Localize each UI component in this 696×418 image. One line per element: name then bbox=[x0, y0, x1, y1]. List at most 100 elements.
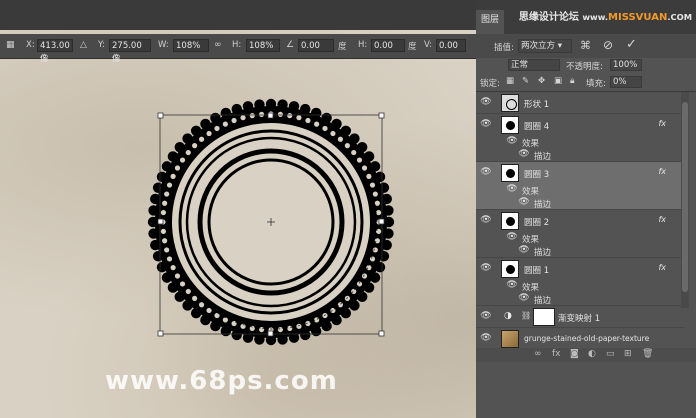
layer-name: 圆圈 3 bbox=[524, 170, 550, 180]
brand-mark: 思缘设计论坛 www.MISSVUAN.COM bbox=[519, 8, 692, 23]
brand-url-prefix: www. bbox=[582, 12, 609, 22]
ring-dot bbox=[160, 228, 167, 235]
visibility-eye-icon[interactable]: 👁︎ bbox=[480, 215, 492, 225]
fill-field[interactable]: 0% bbox=[610, 76, 642, 88]
stroke-effect-label: 描边 bbox=[534, 152, 552, 162]
stroke-eye-icon[interactable]: 👁︎ bbox=[518, 197, 530, 207]
scroll-thumb[interactable] bbox=[682, 102, 688, 292]
visibility-eye-icon[interactable]: 👁︎ bbox=[480, 263, 492, 273]
fx-badge[interactable]: fx bbox=[658, 119, 666, 128]
ring-dot bbox=[369, 182, 376, 188]
ring-dot bbox=[222, 317, 228, 323]
fx-badge[interactable]: fx bbox=[658, 167, 666, 176]
layer-row[interactable]: 👁︎ 圆圈 2 fx 👁︎ 效果 👁︎ 描边 bbox=[476, 210, 684, 258]
effects-eye-icon[interactable]: 👁︎ bbox=[506, 280, 518, 290]
vskew-field[interactable]: 0.00 bbox=[436, 39, 466, 52]
link-icon[interactable]: ∞ bbox=[214, 40, 222, 50]
warp-icon[interactable]: ⌘ bbox=[580, 39, 591, 52]
layer-name: 圆圈 1 bbox=[524, 266, 550, 276]
layer-row[interactable]: 👁︎ ◑ ⛓︎ 渐变映射 1 bbox=[476, 306, 684, 328]
fill-label: 填充: bbox=[586, 79, 606, 89]
stroke-eye-icon[interactable]: 👁︎ bbox=[518, 293, 530, 303]
effects-eye-icon[interactable]: 👁︎ bbox=[506, 136, 518, 146]
lock-move-icon[interactable]: ✥ bbox=[538, 76, 545, 86]
group-icon[interactable]: ▭ bbox=[606, 349, 615, 359]
relative-position-icon[interactable]: △ bbox=[80, 40, 87, 50]
y-field[interactable]: 275.00 像 bbox=[109, 39, 151, 64]
lock-artboard-icon[interactable]: ▣ bbox=[554, 76, 562, 86]
layer-row[interactable]: 👁︎ 形状 1 bbox=[476, 92, 684, 114]
layers-panel: 图层 思缘设计论坛 www.MISSVUAN.COM 插值: 两次立方 ▾ ⌘ … bbox=[476, 0, 696, 418]
opacity-field[interactable]: 100% bbox=[610, 59, 642, 71]
layer-thumbnail bbox=[501, 330, 519, 348]
ring-dot bbox=[170, 173, 176, 179]
effects-label: 效果 bbox=[522, 187, 540, 197]
lock-transparent-icon[interactable]: ▦ bbox=[506, 76, 514, 86]
h-field[interactable]: 108% bbox=[246, 39, 280, 52]
interp-value: 两次立方 bbox=[521, 41, 556, 51]
stroke-eye-icon[interactable]: 👁︎ bbox=[518, 245, 530, 255]
stroke-effect-label: 描边 bbox=[534, 248, 552, 258]
hskew-unit: 度 bbox=[408, 42, 417, 52]
new-layer-icon[interactable]: ⊞ bbox=[624, 349, 632, 359]
visibility-eye-icon[interactable]: 👁︎ bbox=[480, 311, 492, 321]
layer-row[interactable]: 👁︎ grunge-stained-old-paper-texture bbox=[476, 328, 684, 350]
trash-icon[interactable]: 🗑︎ bbox=[642, 349, 653, 359]
fx-icon[interactable]: fx bbox=[552, 349, 561, 359]
layer-name: grunge-stained-old-paper-texture bbox=[524, 334, 650, 343]
visibility-eye-icon[interactable]: 👁︎ bbox=[480, 119, 492, 129]
mask-icon[interactable]: ◙ bbox=[570, 349, 579, 359]
effects-eye-icon[interactable]: 👁︎ bbox=[506, 232, 518, 242]
x-field[interactable]: 413.00 像 bbox=[37, 39, 73, 64]
vskew-label: V: bbox=[424, 40, 432, 50]
checkmark-icon[interactable]: ✓ bbox=[626, 37, 637, 52]
w-field[interactable]: 108% bbox=[173, 39, 209, 52]
blend-mode-value: 正常 bbox=[511, 60, 529, 70]
lock-paint-icon[interactable]: ✎ bbox=[522, 76, 529, 86]
blend-row: 正常 不透明度: 100% bbox=[476, 58, 696, 72]
effects-eye-icon[interactable]: 👁︎ bbox=[506, 184, 518, 194]
stroke-effect-label: 描边 bbox=[534, 200, 552, 210]
ring-dot bbox=[375, 209, 382, 216]
layer-row[interactable]: 👁︎ 圆圈 4 fx 👁︎ 效果 👁︎ 描边 bbox=[476, 114, 684, 162]
layer-thumbnail bbox=[501, 164, 519, 182]
y-label: Y: bbox=[98, 40, 105, 50]
hskew-field[interactable]: 0.00 bbox=[371, 39, 405, 52]
lock-all-icon[interactable]: 🔒︎ bbox=[570, 76, 575, 86]
mask-thumbnail bbox=[533, 308, 555, 326]
tab-layers[interactable]: 图层 bbox=[476, 10, 504, 34]
ring-dot bbox=[240, 115, 246, 121]
angle-field[interactable]: 0.00 bbox=[298, 39, 334, 52]
fx-badge[interactable]: fx bbox=[658, 263, 666, 272]
brand-url-hl: MISSVUAN bbox=[608, 12, 668, 23]
reference-point-icon[interactable]: ▦ bbox=[6, 40, 15, 50]
ring-dot bbox=[287, 113, 293, 119]
visibility-eye-icon[interactable]: 👁︎ bbox=[480, 333, 492, 343]
layer-row[interactable]: 👁︎ 圆圈 1 fx 👁︎ 效果 👁︎ 描边 bbox=[476, 258, 684, 306]
layer-row[interactable]: 👁︎ 圆圈 3 fx 👁︎ 效果 👁︎ 描边 bbox=[476, 162, 684, 210]
visibility-eye-icon[interactable]: 👁︎ bbox=[480, 97, 492, 107]
interp-select[interactable]: 两次立方 ▾ bbox=[518, 39, 572, 53]
ring-dot bbox=[258, 111, 265, 118]
cancel-icon[interactable]: ⊘ bbox=[603, 38, 613, 52]
ring-dot bbox=[214, 125, 220, 132]
blend-mode-select[interactable]: 正常 bbox=[508, 59, 560, 71]
ring-dot bbox=[344, 143, 350, 149]
stamp-emblem bbox=[147, 98, 395, 346]
fx-badge[interactable]: fx bbox=[658, 215, 666, 224]
ring-dot bbox=[296, 323, 302, 329]
opacity-label: 不透明度: bbox=[566, 62, 603, 72]
adjustment-icon[interactable]: ◐ bbox=[588, 349, 596, 359]
stroke-eye-icon[interactable]: 👁︎ bbox=[518, 149, 530, 159]
ring-dot bbox=[277, 326, 284, 333]
ring-dot bbox=[351, 149, 357, 156]
layer-name: 渐变映射 1 bbox=[558, 314, 601, 324]
link-layers-icon[interactable]: ∞ bbox=[534, 349, 542, 359]
ring-dot bbox=[174, 273, 181, 279]
ring-dot bbox=[351, 288, 357, 295]
layers-scrollbar[interactable] bbox=[681, 92, 689, 308]
interp-label: 插值: bbox=[494, 43, 514, 53]
layer-thumbnail bbox=[501, 260, 519, 278]
visibility-eye-icon[interactable]: 👁︎ bbox=[480, 167, 492, 177]
stroke-effect-label: 描边 bbox=[534, 296, 552, 306]
